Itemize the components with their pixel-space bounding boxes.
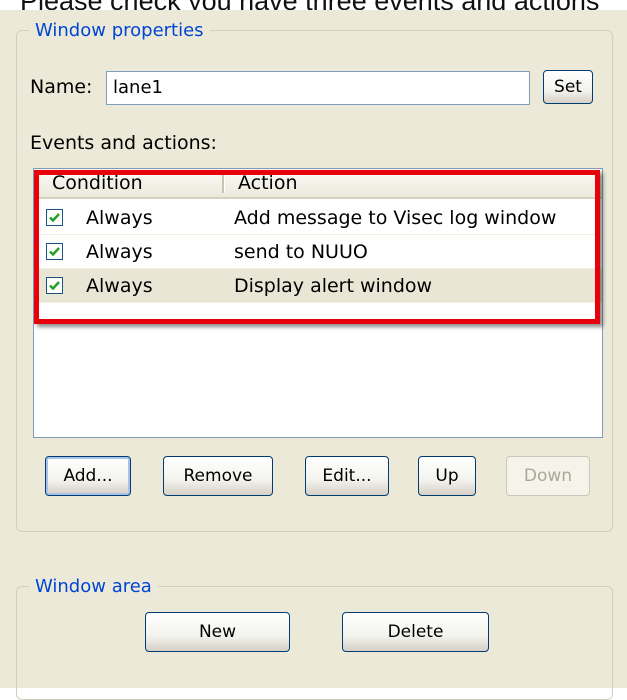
- column-separator[interactable]: [222, 173, 225, 193]
- column-header-action[interactable]: Action: [238, 169, 298, 197]
- row-action: Add message to Visec log window: [234, 207, 557, 229]
- remove-button[interactable]: Remove: [163, 456, 273, 496]
- dialog-panel: Window properties Name: lane1 Set Events…: [0, 10, 627, 700]
- edit-button[interactable]: Edit...: [305, 456, 389, 496]
- checkmark-icon: [49, 247, 60, 257]
- events-label: Events and actions:: [30, 132, 217, 154]
- events-list[interactable]: Condition Action Always Add message to V…: [33, 168, 603, 438]
- table-row[interactable]: Always Add message to Visec log window: [34, 201, 602, 235]
- row-checkbox[interactable]: [46, 209, 63, 226]
- window-area-legend: Window area: [35, 576, 152, 597]
- delete-button[interactable]: Delete: [342, 612, 489, 652]
- new-button[interactable]: New: [145, 612, 290, 652]
- row-action: send to NUUO: [234, 241, 368, 263]
- events-list-header: Condition Action: [34, 169, 602, 199]
- checkmark-icon: [49, 213, 60, 223]
- row-checkbox[interactable]: [46, 243, 63, 260]
- add-button[interactable]: Add...: [45, 456, 131, 496]
- row-checkbox[interactable]: [46, 277, 63, 294]
- column-header-condition[interactable]: Condition: [52, 169, 143, 197]
- checkmark-icon: [49, 281, 60, 291]
- row-condition: Always: [86, 275, 153, 297]
- name-label: Name:: [30, 76, 93, 98]
- window-area-group: Window area: [16, 576, 613, 700]
- table-row[interactable]: Always Display alert window: [34, 269, 602, 303]
- set-button[interactable]: Set: [543, 70, 593, 104]
- up-button[interactable]: Up: [418, 456, 476, 496]
- row-condition: Always: [86, 207, 153, 229]
- window-properties-legend: Window properties: [35, 20, 204, 41]
- name-field[interactable]: lane1: [106, 71, 530, 105]
- table-row[interactable]: Always send to NUUO: [34, 235, 602, 269]
- row-condition: Always: [86, 241, 153, 263]
- down-button: Down: [506, 456, 590, 496]
- row-action: Display alert window: [234, 275, 433, 297]
